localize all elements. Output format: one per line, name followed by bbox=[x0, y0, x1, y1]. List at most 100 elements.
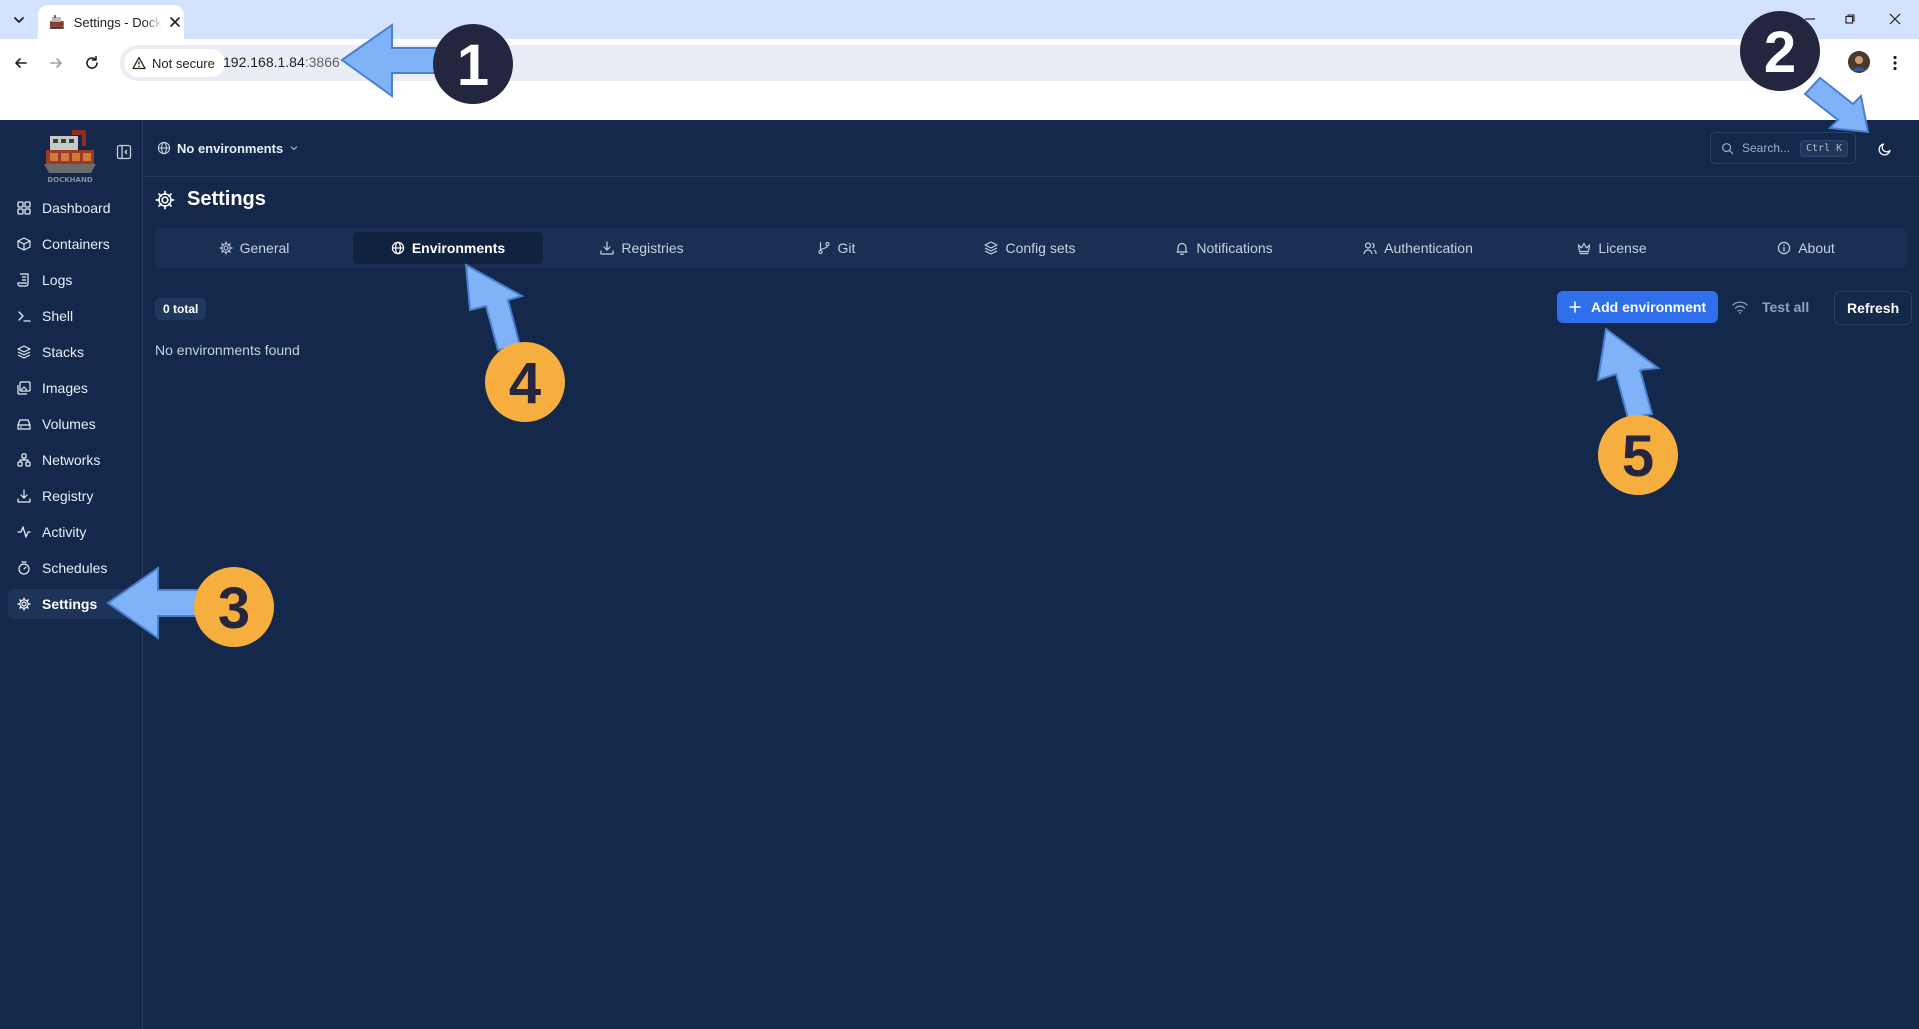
tab-label: Registries bbox=[621, 240, 684, 256]
sidebar-item-settings[interactable]: Settings bbox=[8, 589, 134, 619]
sidebar-item-containers[interactable]: Containers bbox=[8, 229, 134, 259]
site-security-chip[interactable]: Not secure bbox=[124, 49, 225, 77]
minimize-window-button[interactable] bbox=[1797, 8, 1823, 30]
search-input[interactable]: Search... Ctrl K bbox=[1710, 132, 1856, 164]
environments-count-badge: 0 total bbox=[155, 298, 207, 320]
arrow-left-icon bbox=[15, 58, 27, 68]
sidebar-item-label: Schedules bbox=[42, 560, 108, 576]
sidebar-item-label: Registry bbox=[42, 488, 94, 504]
tab-label: Config sets bbox=[1005, 240, 1076, 256]
tab-authentication[interactable]: Authentication bbox=[1323, 232, 1513, 264]
browser-toolbar: Not secure 192.168.1.84:3866 bbox=[0, 39, 1919, 120]
dockhand-app: DOCKHAND Dashboard Containers Logs Shell… bbox=[0, 120, 1919, 1029]
sidebar-item-label: Images bbox=[42, 380, 88, 396]
profile-avatar[interactable] bbox=[1848, 51, 1870, 73]
tab-close-button[interactable] bbox=[166, 13, 184, 31]
page-header: Settings bbox=[155, 188, 266, 211]
globe-icon bbox=[157, 141, 171, 155]
test-all-button[interactable]: Test all bbox=[1720, 291, 1821, 323]
layers-icon bbox=[984, 241, 999, 255]
crown-icon bbox=[1578, 242, 1591, 255]
download-icon bbox=[16, 488, 32, 504]
search-placeholder: Search... bbox=[1742, 141, 1791, 155]
gear-icon bbox=[218, 241, 233, 255]
sidebar-item-images[interactable]: Images bbox=[8, 373, 134, 403]
browser-menu-button[interactable] bbox=[1882, 49, 1908, 77]
url-host: 192.168.1.84 bbox=[223, 54, 305, 70]
sidebar-item-label: Shell bbox=[42, 308, 74, 324]
back-button[interactable] bbox=[7, 49, 35, 77]
tab-notifications[interactable]: Notifications bbox=[1129, 232, 1319, 264]
tab-about[interactable]: About bbox=[1711, 232, 1901, 264]
sidebar-item-label: Activity bbox=[42, 524, 87, 540]
app-topbar: No environments Search... Ctrl K bbox=[143, 120, 1919, 177]
close-window-button[interactable] bbox=[1882, 8, 1908, 30]
network-icon bbox=[16, 452, 32, 468]
chevron-down-icon bbox=[290, 146, 298, 151]
sidebar-item-label: Dashboard bbox=[42, 200, 111, 216]
moon-icon bbox=[1878, 143, 1891, 156]
url-text: 192.168.1.84:3866 bbox=[223, 54, 340, 70]
minimize-icon bbox=[1805, 18, 1815, 20]
sidebar-item-shell[interactable]: Shell bbox=[8, 301, 134, 331]
sidebar-collapse-button[interactable] bbox=[114, 142, 134, 162]
browser-tab-active[interactable]: Settings - Dockhand bbox=[38, 5, 184, 39]
tab-label: About bbox=[1798, 240, 1835, 256]
more-vertical-icon bbox=[1893, 55, 1897, 71]
chevron-down-icon bbox=[14, 17, 24, 23]
theme-toggle-button[interactable] bbox=[1872, 136, 1898, 162]
restore-window-button[interactable] bbox=[1837, 8, 1863, 30]
reload-icon bbox=[86, 55, 98, 69]
add-environment-button[interactable]: Add environment bbox=[1557, 291, 1719, 323]
sidebar-item-networks[interactable]: Networks bbox=[8, 445, 134, 475]
sidebar-item-label: Networks bbox=[42, 452, 101, 468]
timer-icon bbox=[16, 560, 32, 576]
box-icon bbox=[16, 236, 32, 252]
dockhand-logo[interactable]: DOCKHAND bbox=[42, 126, 98, 184]
tab-general[interactable]: General bbox=[159, 232, 349, 264]
gear-icon bbox=[155, 190, 175, 209]
globe-icon bbox=[391, 241, 405, 255]
refresh-label: Refresh bbox=[1847, 300, 1900, 316]
tab-license[interactable]: License bbox=[1517, 232, 1707, 264]
tab-label: Notifications bbox=[1196, 240, 1273, 256]
tab-label: General bbox=[239, 240, 290, 256]
tab-registries[interactable]: Registries bbox=[547, 232, 737, 264]
bell-icon bbox=[1176, 242, 1188, 255]
close-icon bbox=[1889, 13, 1901, 25]
avatar-icon bbox=[1848, 51, 1870, 73]
sidebar-item-label: Volumes bbox=[42, 416, 96, 432]
terminal-icon bbox=[16, 308, 32, 324]
search-icon bbox=[1722, 142, 1734, 154]
sidebar-item-dashboard[interactable]: Dashboard bbox=[8, 193, 134, 223]
refresh-button[interactable]: Refresh bbox=[1834, 291, 1913, 325]
tab-config-sets[interactable]: Config sets bbox=[935, 232, 1125, 264]
tab-search-button[interactable] bbox=[8, 9, 30, 31]
tab-git[interactable]: Git bbox=[741, 232, 931, 264]
sidebar-item-logs[interactable]: Logs bbox=[8, 265, 134, 295]
sidebar-item-volumes[interactable]: Volumes bbox=[8, 409, 134, 439]
sidebar-item-registry[interactable]: Registry bbox=[8, 481, 134, 511]
close-icon bbox=[170, 17, 180, 27]
download-icon bbox=[600, 241, 614, 255]
sidebar-item-schedules[interactable]: Schedules bbox=[8, 553, 134, 583]
sidebar-item-label: Settings bbox=[42, 596, 98, 612]
reload-button[interactable] bbox=[78, 49, 106, 77]
security-label: Not secure bbox=[152, 55, 215, 71]
layers-icon bbox=[16, 344, 32, 360]
empty-state-message: No environments found bbox=[155, 342, 300, 358]
environment-selector-label: No environments bbox=[177, 140, 284, 156]
grid-icon bbox=[16, 200, 32, 216]
scroll-icon bbox=[16, 272, 32, 288]
tab-label: Authentication bbox=[1384, 240, 1473, 256]
forward-button[interactable] bbox=[42, 49, 70, 77]
sidebar-item-activity[interactable]: Activity bbox=[8, 517, 134, 547]
environment-selector[interactable]: No environments bbox=[157, 136, 299, 160]
wifi-icon bbox=[1732, 301, 1748, 314]
tab-environments[interactable]: Environments bbox=[353, 232, 543, 264]
sidebar-item-stacks[interactable]: Stacks bbox=[8, 337, 134, 367]
info-icon bbox=[1778, 241, 1791, 255]
browser-tab-strip: Settings - Dockhand bbox=[0, 0, 1919, 39]
sidebar-item-label: Logs bbox=[42, 272, 73, 288]
address-bar[interactable]: Not secure 192.168.1.84:3866 bbox=[120, 45, 1820, 81]
